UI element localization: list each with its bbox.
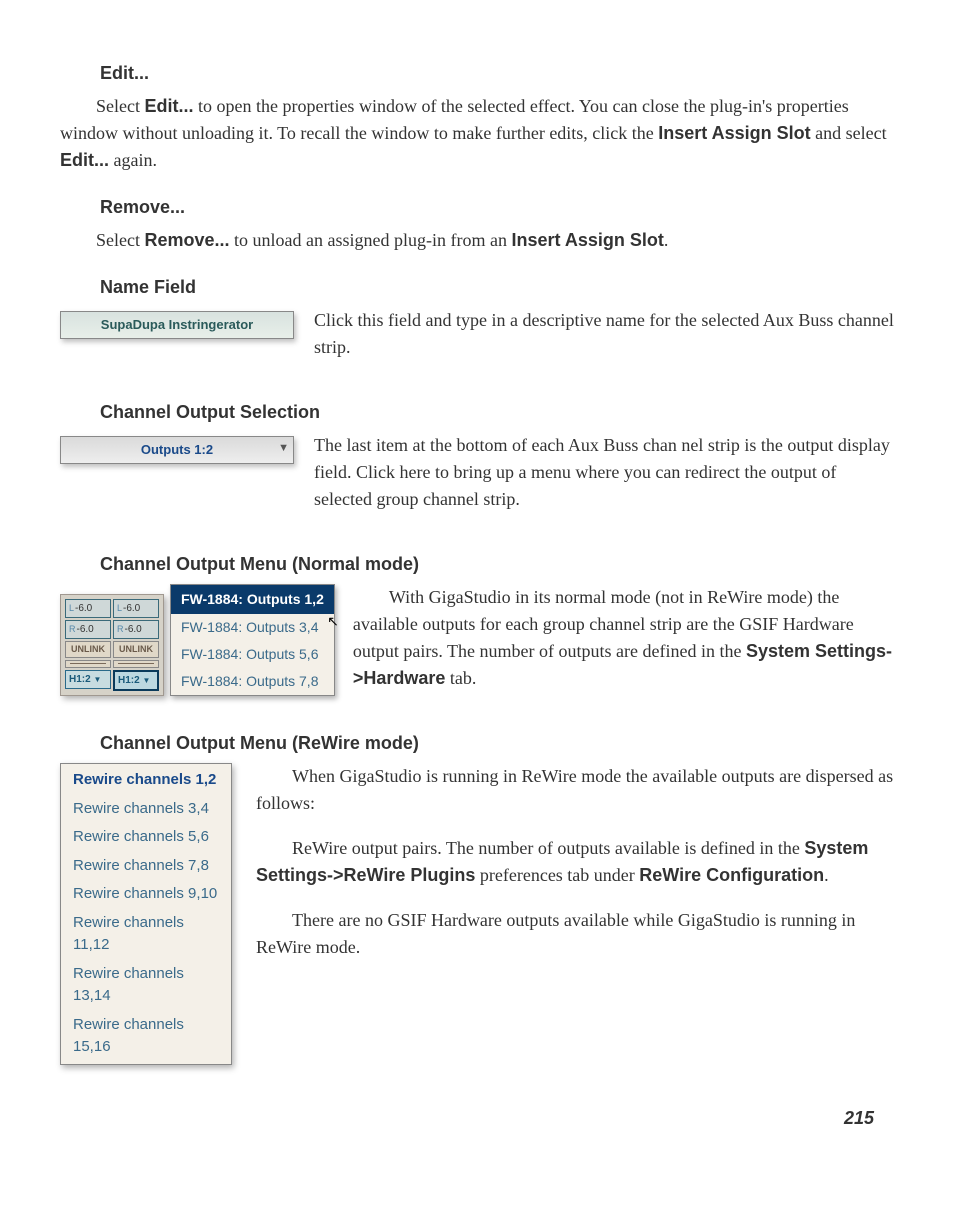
menu-item[interactable]: Rewire channels 1,2	[61, 766, 231, 795]
paragraph-name-field: Click this field and type in a descripti…	[314, 307, 894, 361]
menu-item[interactable]: FW-1884: Outputs 1,2	[171, 585, 334, 614]
paragraph-remove: Select Remove... to unload an assigned p…	[60, 227, 894, 254]
menu-item[interactable]: Rewire channels 15,16	[61, 1011, 231, 1062]
section-heading-name-field: Name Field	[60, 274, 894, 301]
section-heading-output-menu-normal: Channel Output Menu (Normal mode)	[60, 551, 894, 578]
cursor-icon: ↖	[327, 612, 339, 633]
page-number: 215	[60, 1105, 894, 1132]
meter-l-value: L-6.0	[65, 599, 111, 618]
menu-item[interactable]: Rewire channels 7,8	[61, 852, 231, 881]
menu-item[interactable]: FW-1884: Outputs 5,6	[171, 641, 334, 668]
paragraph-output-selection: The last item at the bottom of each Aux …	[314, 432, 894, 513]
section-heading-edit: Edit...	[60, 60, 894, 87]
menu-item[interactable]: Rewire channels 13,14	[61, 960, 231, 1011]
slider-track[interactable]	[65, 660, 111, 668]
paragraph-edit: Select Edit... to open the properties wi…	[60, 93, 894, 174]
paragraph-rewire-2: ReWire output pairs. The number of outpu…	[256, 835, 894, 889]
paragraph-output-menu-normal: With GigaStudio in its normal mode (not …	[353, 584, 894, 692]
name-field-input[interactable]: SupaDupa Instringerator	[60, 311, 294, 339]
unlink-button-2[interactable]: UNLINK	[113, 641, 159, 659]
output-selector-active[interactable]: H1:2 ▼	[113, 670, 159, 691]
output-selector[interactable]: H1:2 ▼	[65, 670, 111, 689]
section-heading-output-menu-rewire: Channel Output Menu (ReWire mode)	[60, 730, 894, 757]
section-heading-output-selection: Channel Output Selection	[60, 399, 894, 426]
menu-item[interactable]: Rewire channels 11,12	[61, 909, 231, 960]
unlink-button[interactable]: UNLINK	[65, 641, 111, 659]
paragraph-rewire-1: When GigaStudio is running in ReWire mod…	[256, 763, 894, 817]
output-field-dropdown[interactable]: Outputs 1:2 ▼	[60, 436, 294, 464]
meter-l-value-2: L-6.0	[113, 599, 159, 618]
output-menu-popup: FW-1884: Outputs 1,2 FW-1884: Outputs 3,…	[170, 584, 335, 696]
section-heading-remove: Remove...	[60, 194, 894, 221]
menu-item[interactable]: FW-1884: Outputs 7,8	[171, 668, 334, 695]
paragraph-rewire-3: There are no GSIF Hardware outputs avail…	[256, 907, 894, 961]
slider-track-2[interactable]	[113, 660, 159, 668]
meter-r-value-2: R-6.0	[113, 620, 159, 639]
menu-item[interactable]: Rewire channels 5,6	[61, 823, 231, 852]
channel-strip: L-6.0 R-6.0 UNLINK H1:2 ▼ L-6.0 R-6.0 UN…	[60, 594, 164, 697]
menu-item[interactable]: Rewire channels 9,10	[61, 880, 231, 909]
menu-item[interactable]: Rewire channels 3,4	[61, 795, 231, 824]
meter-r-value: R-6.0	[65, 620, 111, 639]
chevron-down-icon: ▼	[278, 440, 289, 457]
menu-item[interactable]: FW-1884: Outputs 3,4	[171, 614, 334, 641]
rewire-menu-popup: Rewire channels 1,2 Rewire channels 3,4 …	[60, 763, 232, 1065]
